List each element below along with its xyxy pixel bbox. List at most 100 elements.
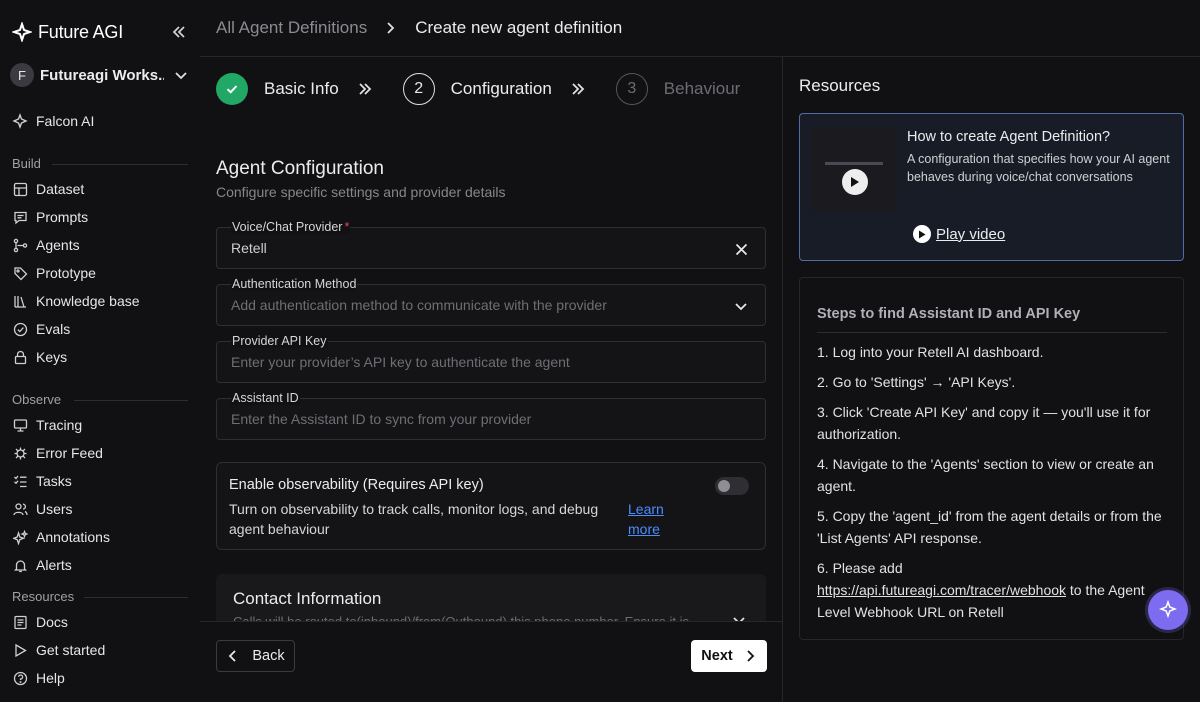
next-button[interactable]: Next [691,640,767,672]
video-thumbnail[interactable] [811,127,897,211]
provider-select[interactable]: Voice/Chat Provider * Retell [216,220,766,269]
list-item: 5. Copy the 'agent_id' from the agent de… [817,508,1162,546]
sidebar-item-falcon-ai[interactable]: Falcon AI [12,109,188,133]
double-chevron-right-icon [570,81,586,97]
step-2-number: 2 [402,73,435,105]
chevron-down-icon[interactable] [733,298,749,314]
table-icon [12,181,28,197]
bell-icon [12,557,28,573]
video-description: A configuration that specifies how your … [907,152,1170,184]
sparkle-icon [12,529,28,545]
observability-title: Enable observability (Requires API key) [229,477,484,493]
steps-list: 1. Log into your Retell AI dashboard. 2.… [817,341,1167,631]
sidebar-item-label: Docs [36,614,68,630]
toggle-knob [718,480,730,492]
section-label-build: Build [12,156,41,171]
tag-icon [12,265,28,281]
chevron-right-icon [383,21,397,35]
learn-more-link[interactable]: Learn more [628,499,678,539]
sidebar-item-label: Get started [36,642,106,658]
step-label-configuration: Configuration [450,79,552,98]
collapse-sidebar-icon[interactable] [170,23,188,41]
double-chevron-right-icon [357,81,373,97]
sidebar-item-label: Dataset [36,181,85,197]
sidebar-item-get-started[interactable]: Get started [12,638,188,662]
sidebar-item-label: Prototype [36,265,96,281]
agents-icon [12,237,28,253]
sidebar-item-annotations[interactable]: Annotations [12,525,188,549]
chat-icon [12,209,28,225]
section-divider [74,400,188,401]
logo-row: Future AGI [12,20,188,44]
sidebar-item-label: Evals [36,321,71,337]
assistant-id-field[interactable]: Assistant ID Enter the Assistant ID to s… [216,391,766,440]
back-button[interactable]: Back [216,640,295,672]
sidebar-item-label: Tasks [36,473,72,489]
workspace-switcher[interactable]: F Futureagi Works... [10,62,190,88]
sidebar-item-prototype[interactable]: Prototype [12,261,188,285]
falcon-ai-chat-button[interactable] [1148,590,1188,630]
webhook-url-link[interactable]: https://api.futureagi.com/tracer/webhook [817,582,1066,598]
clear-icon[interactable] [733,241,749,257]
sidebar-item-dataset[interactable]: Dataset [12,177,188,201]
api-key-field[interactable]: Provider API Key Enter your provider’s A… [216,334,766,383]
chevron-left-icon [226,649,240,663]
monitor-icon [12,417,28,433]
breadcrumb-parent-link[interactable]: All Agent Definitions [216,18,367,38]
step-1-done-check-icon[interactable] [216,73,248,105]
section-divider [52,164,188,165]
form-footer: Back Next [200,621,782,702]
field-label: Assistant ID [231,391,300,405]
sidebar-item-alerts[interactable]: Alerts [12,553,188,577]
sidebar-item-label: Knowledge base [36,293,140,309]
sidebar-item-label: Falcon AI [36,113,95,129]
steps-title: Steps to find Assistant ID and API Key [817,306,1081,322]
sidebar-item-evals[interactable]: Evals [12,317,188,341]
sidebar-item-keys[interactable]: Keys [12,345,188,369]
step-label-basic-info[interactable]: Basic Info [264,79,339,99]
sidebar-item-knowledge-base[interactable]: Knowledge base [12,289,188,313]
column-divider [782,57,783,702]
sidebar: Future AGI F Futureagi Works... Falcon A… [0,0,200,702]
bug-icon [12,445,28,461]
page-title: Create new agent definition [415,18,623,37]
list-item: 6. Please add https://api.futureagi.com/t… [817,560,1145,620]
sidebar-item-label: Help [36,670,65,686]
section-label-observe: Observe [12,392,62,407]
assistant-id-placeholder: Enter the Assistant ID to sync from your… [231,411,532,427]
list-item: 1. Log into your Retell AI dashboard. [817,344,1044,360]
step-3-number: 3 [615,73,648,105]
steps-divider [817,332,1167,333]
app-logo-text: Future AGI [38,21,124,42]
sidebar-item-agents[interactable]: Agents [12,233,188,257]
future-agi-logo-icon [12,22,32,42]
sidebar-item-tasks[interactable]: Tasks [12,469,188,493]
help-icon [12,670,28,686]
sidebar-item-label: Error Feed [36,445,103,461]
resources-title: Resources [799,76,881,95]
required-mark: * [344,220,350,234]
play-video-label: Play video [936,225,1006,243]
play-video-link[interactable]: Play video [913,225,1005,243]
play-icon[interactable] [842,169,868,195]
back-label: Back [252,648,285,664]
observability-description: Turn on observability to track calls, mo… [229,501,599,537]
chevron-down-icon [174,67,190,83]
workspace-avatar: F [10,63,34,87]
sidebar-item-tracing[interactable]: Tracing [12,413,188,437]
play-icon [12,642,28,658]
observability-toggle[interactable] [715,477,749,495]
section-subtitle: Configure specific settings and provider… [216,184,506,200]
api-key-placeholder: Enter your provider’s API key to authent… [231,354,570,370]
sidebar-item-help[interactable]: Help [12,666,188,690]
sidebar-item-error-feed[interactable]: Error Feed [12,441,188,465]
sidebar-item-docs[interactable]: Docs [12,610,188,634]
sidebar-item-users[interactable]: Users [12,497,188,521]
field-label: Authentication Method [231,277,358,291]
doc-icon [12,614,28,630]
steps-card: Steps to find Assistant ID and API Key 1… [799,277,1184,640]
auth-method-select[interactable]: Authentication Method Add authentication… [216,277,766,326]
sidebar-item-label: Agents [36,237,80,253]
list-item: 3. Click 'Create API Key' and copy it — … [817,404,1151,442]
sidebar-item-prompts[interactable]: Prompts [12,205,188,229]
